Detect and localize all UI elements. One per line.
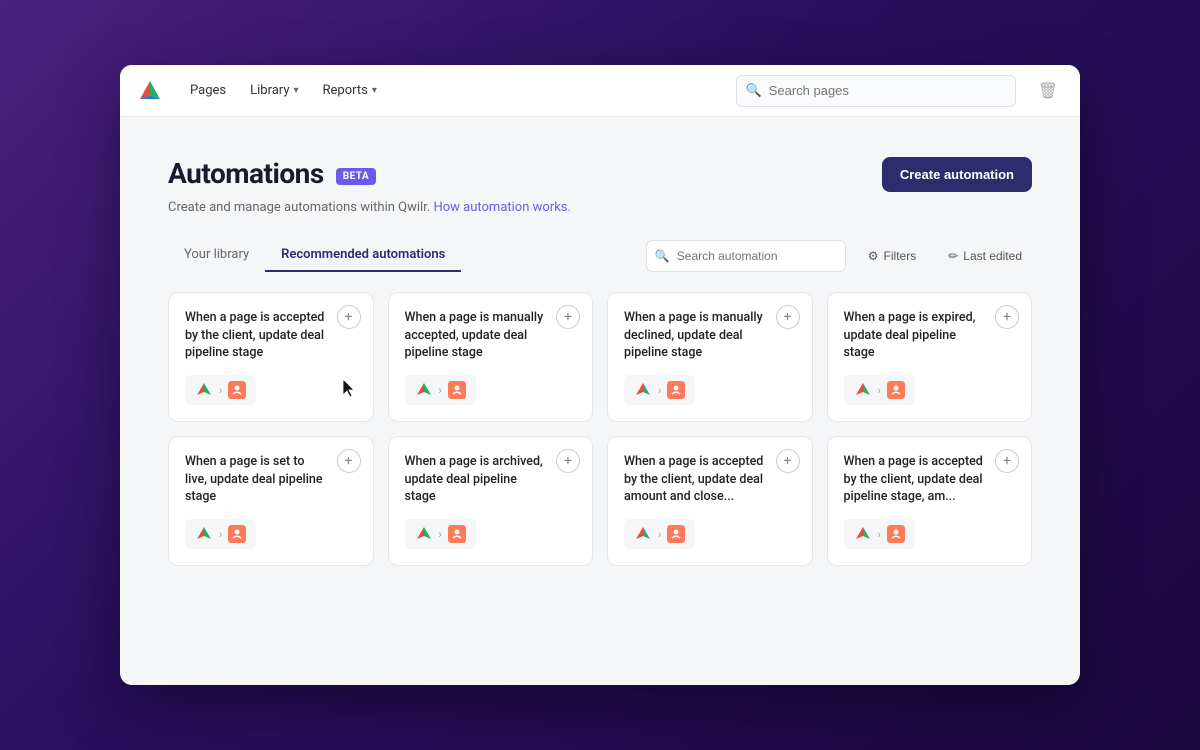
tab-controls: 🔍 ⚙ Filters ✏ Last edited — [646, 240, 1032, 272]
qwilr-icon — [634, 525, 652, 543]
reports-chevron-icon: ▾ — [372, 85, 377, 96]
card-add-button[interactable]: + — [556, 449, 580, 473]
nav-search-input[interactable] — [736, 75, 1016, 107]
tab-your-library[interactable]: Your library — [168, 239, 265, 272]
card-title: When a page is expired, update deal pipe… — [844, 309, 1016, 362]
pencil-icon: ✏ — [948, 249, 958, 263]
arrow-icon: › — [219, 528, 222, 541]
nav-search-icon: 🔍 — [746, 83, 762, 98]
qwilr-icon — [634, 381, 652, 399]
create-automation-button[interactable]: Create automation — [882, 157, 1032, 192]
card-icons: › — [405, 375, 476, 405]
hubspot-icon — [228, 381, 246, 399]
automation-card[interactable]: + When a page is set to live, update dea… — [168, 436, 374, 566]
arrow-icon: › — [658, 384, 661, 397]
automation-card[interactable]: + When a page is accepted by the client,… — [607, 436, 813, 566]
arrow-icon: › — [439, 528, 442, 541]
card-add-button[interactable]: + — [776, 305, 800, 329]
arrow-icon: › — [878, 528, 881, 541]
automation-search-container: 🔍 — [646, 240, 846, 272]
card-title: When a page is accepted by the client, u… — [185, 309, 357, 362]
app-logo[interactable] — [136, 77, 164, 105]
filter-icon: ⚙ — [868, 249, 879, 263]
automation-search-input[interactable] — [646, 240, 846, 272]
card-icons: › — [405, 519, 476, 549]
hubspot-icon — [887, 381, 905, 399]
page-header: Automations BETA Create automation — [168, 157, 1032, 192]
trash-icon[interactable]: 🗑 — [1032, 75, 1064, 106]
card-icons: › — [624, 375, 695, 405]
cursor — [343, 379, 357, 403]
last-edited-button[interactable]: ✏ Last edited — [938, 243, 1032, 269]
nav-pages[interactable]: Pages — [180, 77, 236, 104]
automation-search-icon: 🔍 — [655, 249, 670, 263]
qwilr-icon — [854, 525, 872, 543]
qwilr-icon — [195, 381, 213, 399]
automation-card[interactable]: + When a page is expired, update deal pi… — [827, 292, 1033, 422]
hubspot-icon — [887, 525, 905, 543]
hubspot-icon — [228, 525, 246, 543]
page-title: Automations — [168, 157, 324, 190]
app-window: Pages Library ▾ Reports ▾ 🔍 🗑 A — [120, 65, 1080, 685]
page-title-area: Automations BETA — [168, 157, 376, 190]
card-add-button[interactable]: + — [776, 449, 800, 473]
card-add-button[interactable]: + — [995, 449, 1019, 473]
beta-badge: BETA — [336, 168, 377, 185]
hubspot-icon — [448, 381, 466, 399]
nav-library[interactable]: Library ▾ — [240, 77, 308, 104]
arrow-icon: › — [878, 384, 881, 397]
arrow-icon: › — [658, 528, 661, 541]
card-add-button[interactable]: + — [995, 305, 1019, 329]
nav-search-container: 🔍 — [736, 75, 1016, 107]
tab-recommended-automations[interactable]: Recommended automations — [265, 239, 461, 272]
arrow-icon: › — [219, 384, 222, 397]
automation-card[interactable]: + When a page is manually accepted, upda… — [388, 292, 594, 422]
automation-card[interactable]: + When a page is accepted by the client,… — [168, 292, 374, 422]
hubspot-icon — [667, 525, 685, 543]
nav-reports[interactable]: Reports ▾ — [313, 77, 387, 104]
nav-right: 🗑 — [1032, 81, 1064, 100]
card-title: When a page is manually declined, update… — [624, 309, 796, 362]
arrow-icon: › — [439, 384, 442, 397]
card-icons: › — [624, 519, 695, 549]
card-add-button[interactable]: + — [556, 305, 580, 329]
card-title: When a page is archived, update deal pip… — [405, 453, 577, 506]
nav-bar: Pages Library ▾ Reports ▾ 🔍 🗑 — [120, 65, 1080, 117]
card-icons: › — [185, 375, 256, 405]
page-subtitle: Create and manage automations within Qwi… — [168, 200, 1032, 215]
hubspot-icon — [448, 525, 466, 543]
card-title: When a page is accepted by the client, u… — [624, 453, 796, 506]
card-title: When a page is set to live, update deal … — [185, 453, 357, 506]
tabs: Your library Recommended automations — [168, 239, 461, 272]
automation-card[interactable]: + When a page is manually declined, upda… — [607, 292, 813, 422]
tabs-row: Your library Recommended automations 🔍 ⚙… — [168, 239, 1032, 272]
filters-button[interactable]: ⚙ Filters — [858, 243, 926, 269]
card-add-button[interactable]: + — [337, 305, 361, 329]
card-icons: › — [844, 375, 915, 405]
automation-card[interactable]: + When a page is accepted by the client,… — [827, 436, 1033, 566]
card-title: When a page is accepted by the client, u… — [844, 453, 1016, 506]
qwilr-icon — [195, 525, 213, 543]
qwilr-icon — [854, 381, 872, 399]
card-icons: › — [185, 519, 256, 549]
automation-card[interactable]: + When a page is archived, update deal p… — [388, 436, 594, 566]
hubspot-icon — [667, 381, 685, 399]
qwilr-icon — [415, 525, 433, 543]
qwilr-icon — [415, 381, 433, 399]
card-icons: › — [844, 519, 915, 549]
main-content: Automations BETA Create automation Creat… — [120, 117, 1080, 685]
how-automation-link[interactable]: How automation works. — [433, 200, 570, 215]
library-chevron-icon: ▾ — [293, 85, 298, 96]
cards-grid: + When a page is accepted by the client,… — [168, 292, 1032, 566]
nav-links: Pages Library ▾ Reports ▾ — [180, 77, 387, 104]
card-title: When a page is manually accepted, update… — [405, 309, 577, 362]
card-add-button[interactable]: + — [337, 449, 361, 473]
